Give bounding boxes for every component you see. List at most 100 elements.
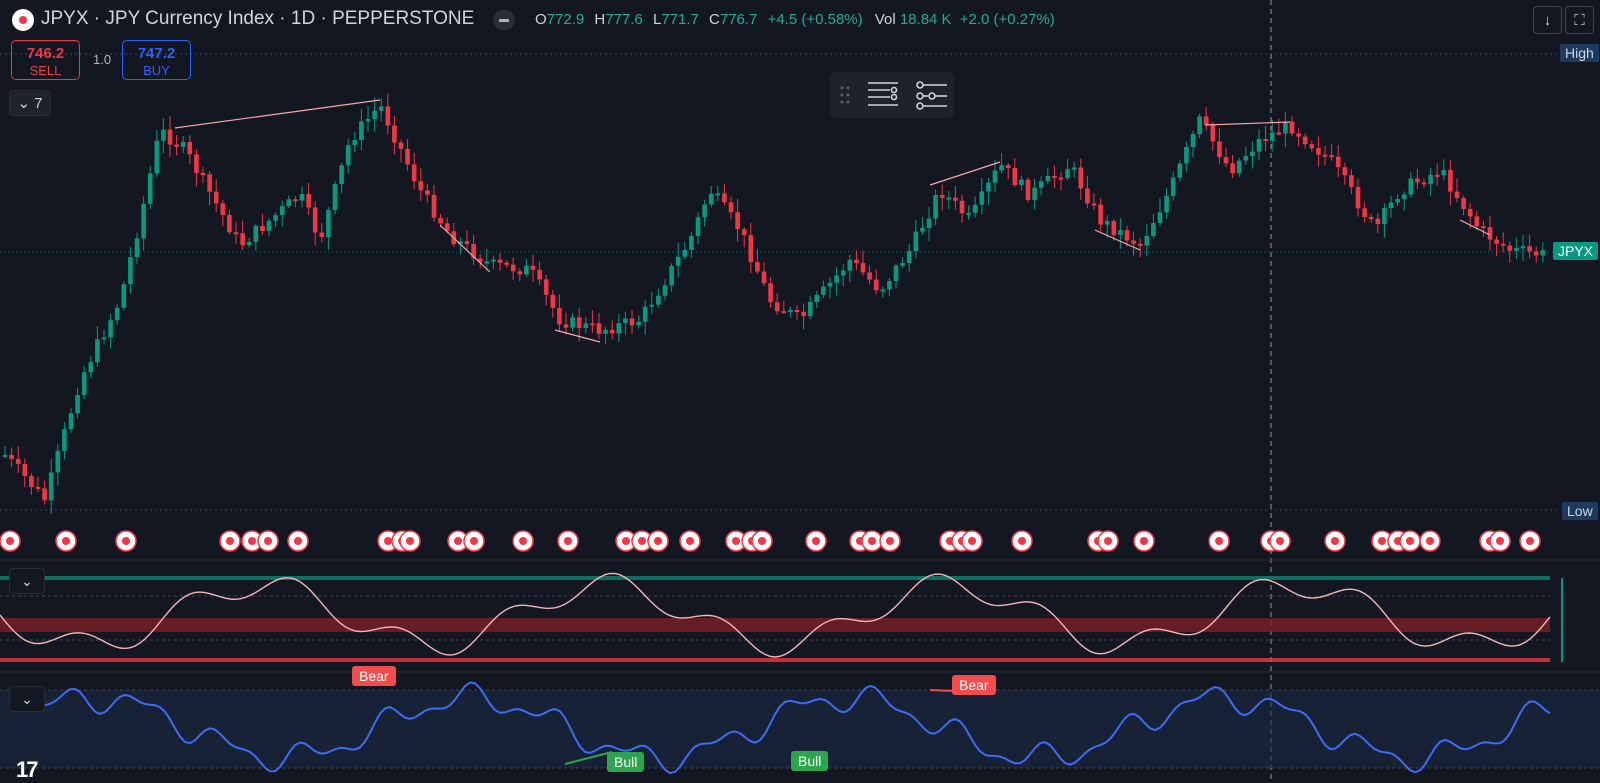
high-value: 777.6 [605,11,643,28]
candle-body [1025,179,1031,200]
candle-body [372,110,377,119]
drag-handle-icon[interactable] [840,86,850,104]
object-tree-icon[interactable] [868,82,898,106]
candle-body [788,310,793,313]
candle-body [1283,121,1288,134]
symbol-title[interactable]: JPYX · JPY Currency Index · 1D · PEPPERS… [41,8,474,30]
candle-body [550,294,556,308]
candle-body [1091,203,1097,206]
candle-body [1184,147,1189,164]
pane-collapse-button[interactable]: ⌄ [9,568,45,594]
candle-body [491,259,496,262]
chevron-down-icon: ⌄ [21,690,33,707]
candle-body [702,204,707,218]
candle-body [1032,187,1037,200]
candle-body [774,302,780,312]
candle-body [642,306,648,322]
high-axis-label: High [1560,44,1599,62]
candle-body [1131,240,1136,244]
event-marker-dot [248,537,256,545]
event-marker-dot [886,537,894,545]
floating-toolbar [830,72,954,118]
candle-body [22,463,28,477]
candle-body [583,323,589,328]
candle-body [438,217,443,224]
volume-change: +2.0 (+0.27%) [959,11,1055,28]
candle-body [207,174,212,192]
candle-body [1454,191,1460,198]
candle-body [715,193,721,196]
candle-body [378,106,384,111]
candle-body [847,259,853,271]
record-icon[interactable] [12,9,34,31]
candle-body [1329,155,1334,158]
tradingview-logo-icon[interactable]: 17 [16,757,39,783]
candle-body [999,165,1004,171]
candle-body [537,269,542,280]
minus-icon[interactable] [493,10,515,30]
buy-button[interactable]: 747.2 BUY [122,40,191,80]
price-chart[interactable] [0,0,1600,781]
candle-body [75,395,80,414]
candle-body [1058,177,1064,180]
candle-body [530,265,536,270]
candle-body [1375,218,1381,225]
event-marker-dot [294,537,302,545]
bear-signal-label: Bear [952,675,996,695]
candle-body [794,310,800,313]
candle-body [913,231,919,252]
event-marker-dot [758,537,766,545]
candle-body [629,318,635,326]
sell-button[interactable]: 746.2 SELL [11,40,80,80]
candle-body [1065,169,1070,179]
event-marker-dot [686,537,694,545]
settings-icon[interactable] [916,81,947,110]
candle-body [48,472,54,501]
candle-body [801,311,806,317]
event-marker-dot [1526,537,1534,545]
candle-body [95,339,100,363]
candle-body [1368,217,1374,220]
candle-body [464,241,470,245]
candle-body [167,129,173,145]
candle-body [517,271,523,275]
candle-body [398,142,404,149]
candle-body [1197,116,1202,135]
candle-body [174,144,179,147]
candle-body [1256,138,1262,152]
candle-body [1481,226,1486,229]
candle-body [1118,230,1123,235]
candle-body [543,279,549,295]
candle-body [1500,243,1506,246]
candle-body [1111,220,1117,235]
download-icon[interactable]: ↓ [1533,6,1562,34]
candle-body [2,454,8,457]
fullscreen-icon[interactable]: ⛶ [1565,6,1594,34]
volume-value: 18.84 K [899,11,952,28]
candle-body [504,262,509,265]
chevron-down-icon: ⌄ [17,95,31,112]
candle-body [1527,246,1532,252]
indicators-collapse-button[interactable]: ⌄ 7 [9,90,51,116]
close-key: C [709,11,720,28]
candle-body [1415,178,1420,183]
low-axis-label: Low [1562,502,1598,520]
bull-signal-label: Bull [791,751,829,771]
candle-body [1269,132,1275,141]
candle-body [306,194,311,208]
candle-body [1223,157,1229,164]
event-marker-dot [62,537,70,545]
divergence-line [439,224,491,273]
trend-band-red [0,618,1550,632]
candle-body [405,148,410,165]
event-marker-dot [1140,537,1148,545]
trend-band-top [0,576,1550,580]
candle-body [227,214,232,233]
pane2-collapse-button[interactable]: ⌄ [9,686,45,712]
candle-body [1428,174,1433,184]
candle-body [1071,167,1077,170]
candle-body [966,212,971,215]
candle-body [1124,230,1130,241]
quantity-value[interactable]: 1.0 [93,52,111,67]
candle-body [867,272,872,280]
